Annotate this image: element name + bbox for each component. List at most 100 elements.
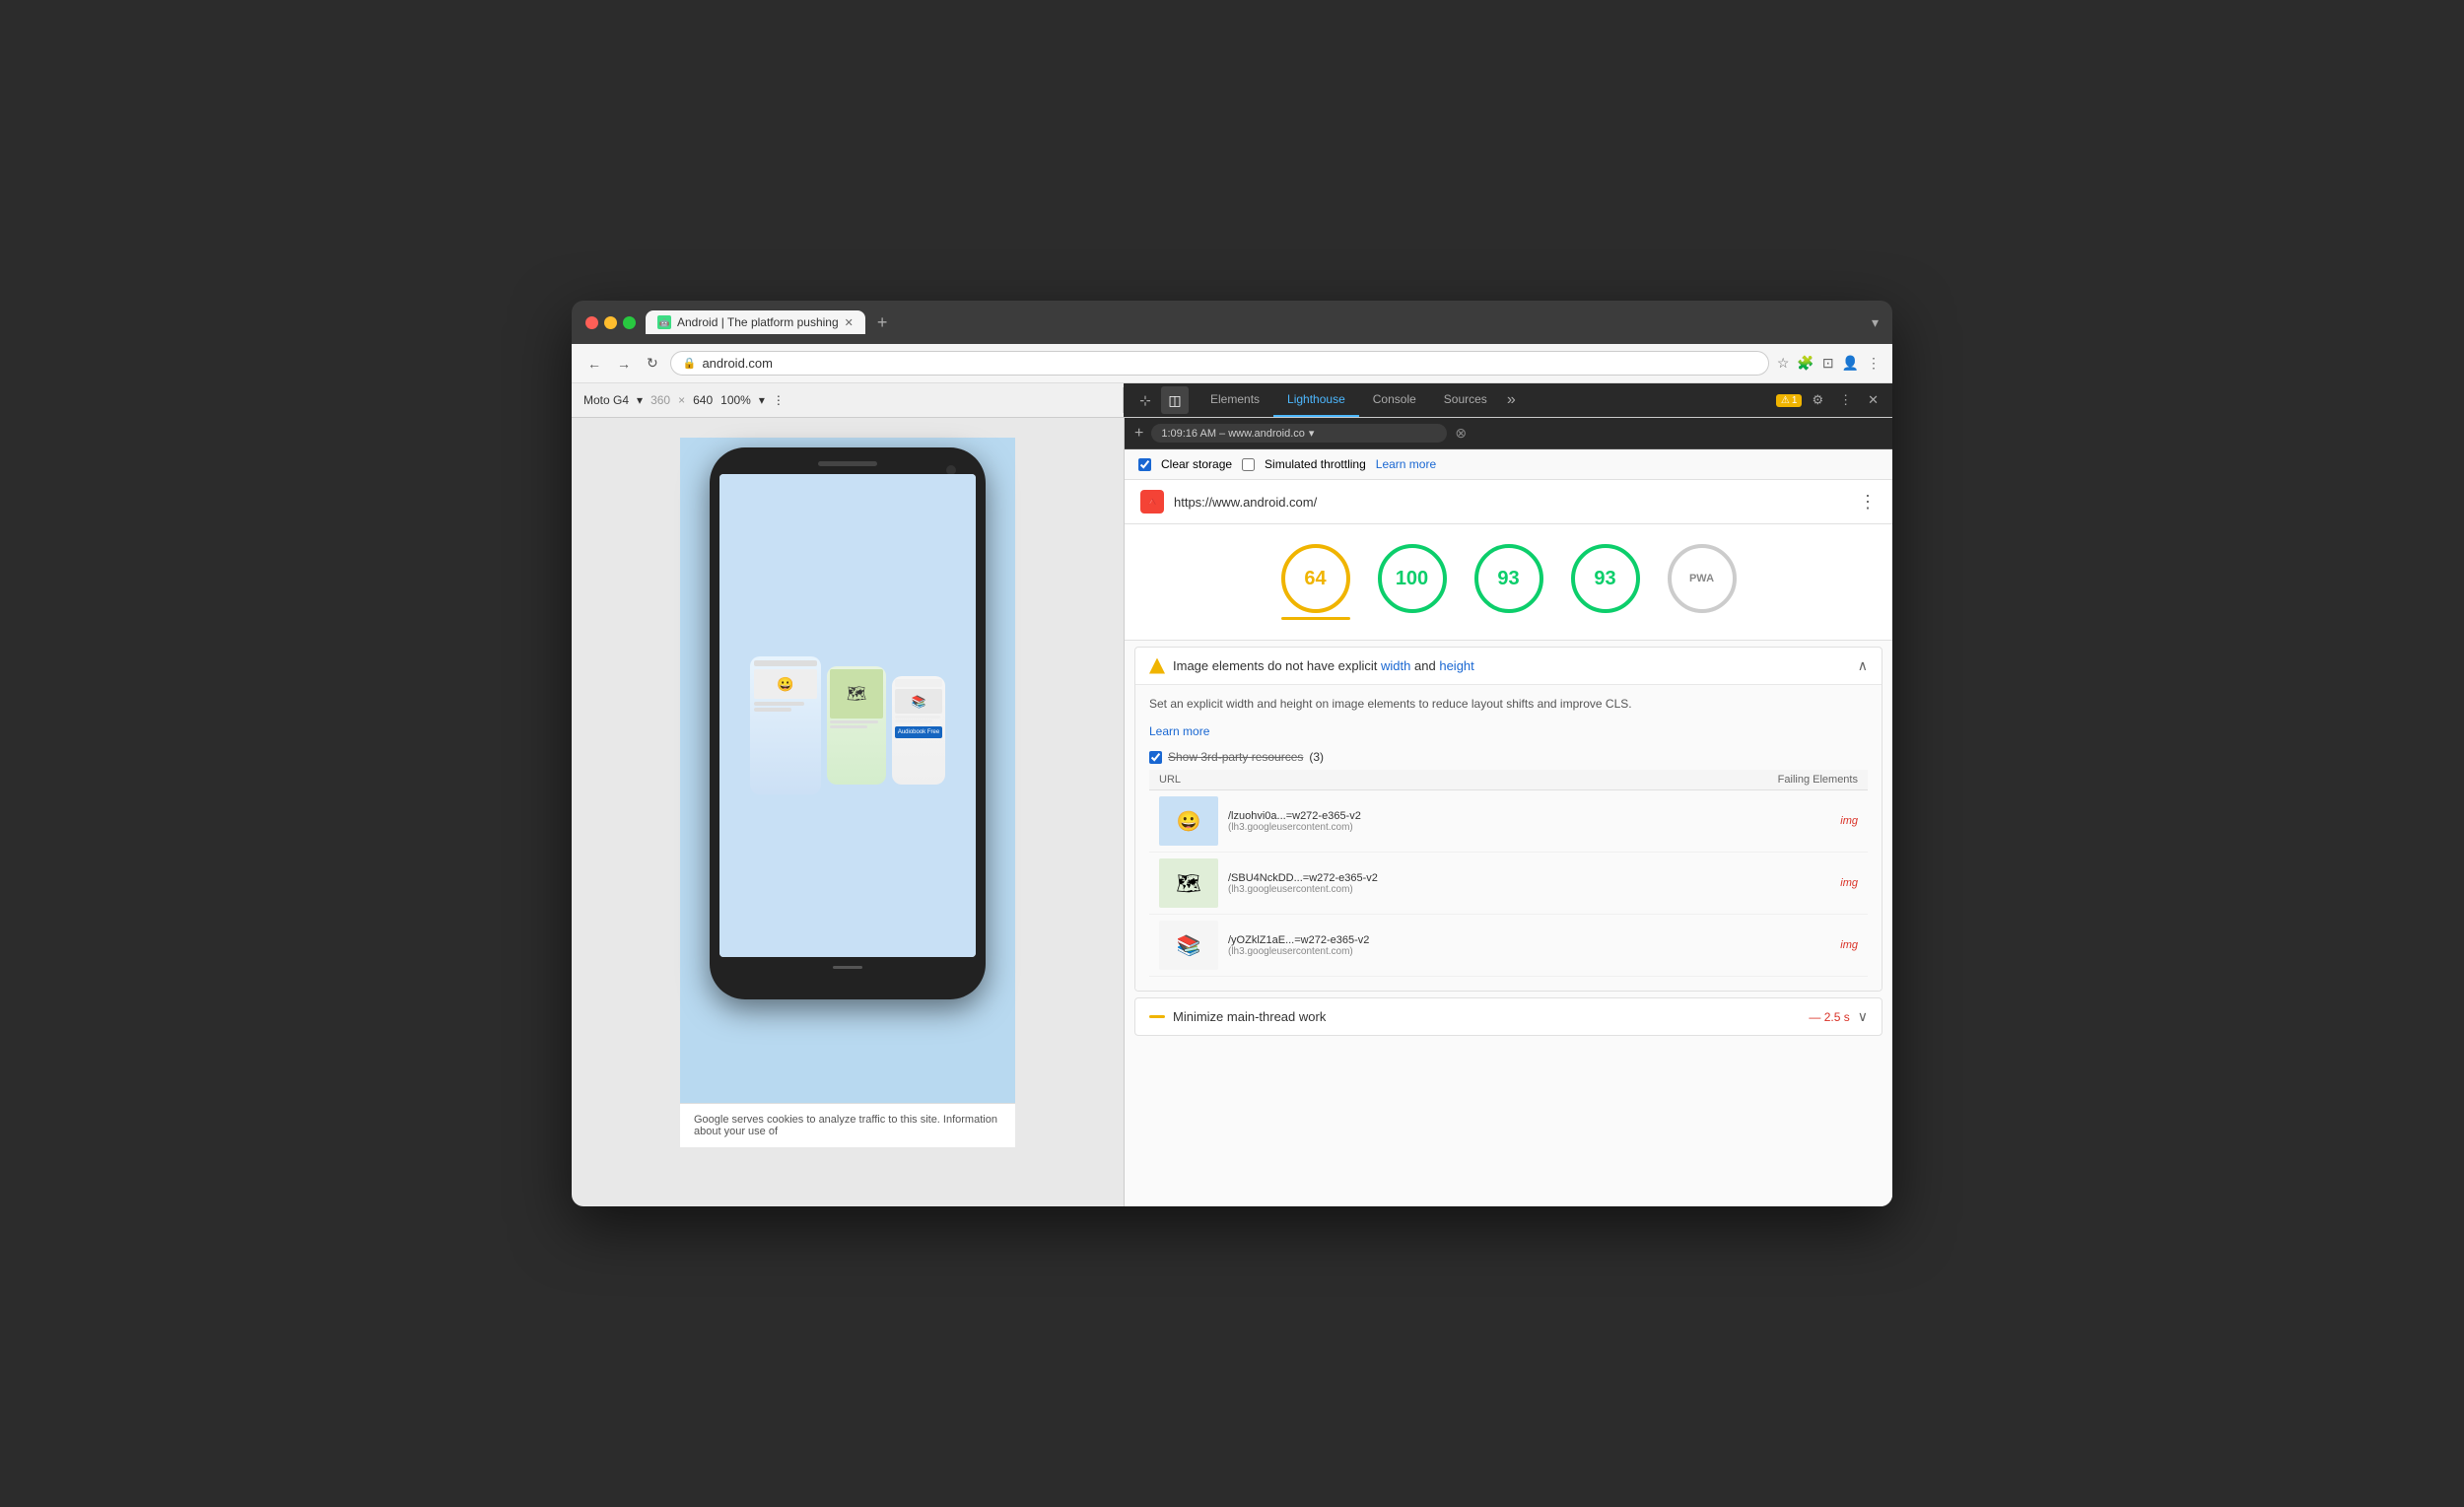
maximize-window-button[interactable]: [623, 316, 636, 329]
mini-phones-container: 😀 🗺: [750, 637, 945, 794]
accessibility-score: 100: [1378, 544, 1447, 620]
browser-viewport: 😀 🗺: [572, 418, 1124, 1206]
audit-url-pill[interactable]: 1:09:16 AM – www.android.co ▾: [1151, 424, 1447, 443]
devtools-tabs: ⊹ ◫ Elements Lighthouse Console Sources …: [1124, 383, 1892, 417]
resource-host-1: (lh3.googleusercontent.com): [1228, 822, 1830, 833]
devtools-secondary-bar: + 1:09:16 AM – www.android.co ▾ ⊗: [1125, 418, 1892, 449]
resource-url-3: /yOZklZ1aE...=w272-e365-v2 (lh3.googleus…: [1228, 934, 1830, 957]
device-toolbar-icon[interactable]: ◫: [1161, 386, 1189, 414]
phone-mockup: 😀 🗺: [710, 447, 986, 999]
url-column-header: URL: [1159, 774, 1181, 786]
extension-icon[interactable]: 🧩: [1797, 355, 1814, 372]
throttling-label: Simulated throttling: [1265, 457, 1366, 471]
warning-dash-icon: [1149, 1015, 1165, 1018]
resource-path-2: /SBU4NckDD...=w272-e365-v2: [1228, 872, 1830, 884]
audit-timestamp-url: 1:09:16 AM – www.android.co: [1161, 428, 1305, 440]
viewport-more-icon[interactable]: ⋮: [773, 393, 785, 407]
nav-bar: ← → ↻ 🔒 android.com ☆ 🧩 ⊡ 👤 ⋮: [572, 344, 1892, 383]
viewport-inner: 😀 🗺: [680, 438, 1015, 1147]
audit-expand-icon[interactable]: ∨: [1858, 1008, 1868, 1025]
cookie-text: Google serves cookies to analyze traffic…: [694, 1114, 997, 1137]
new-tab-button[interactable]: +: [871, 312, 894, 333]
zoom-selector[interactable]: 100%: [720, 393, 751, 407]
warn-count: 1: [1792, 395, 1798, 406]
mini-phone-left: 😀: [750, 656, 821, 794]
reload-button[interactable]: ↻: [643, 353, 662, 374]
device-selector[interactable]: Moto G4: [583, 393, 629, 407]
devtools-panel: + 1:09:16 AM – www.android.co ▾ ⊗ Clear …: [1124, 418, 1892, 1206]
mini-screen-left: 😀: [750, 656, 821, 794]
main-thread-audit-title: Minimize main-thread work: [1173, 1009, 1801, 1024]
pwa-score: PWA: [1668, 544, 1737, 620]
address-bar[interactable]: 🔒 android.com: [670, 351, 1769, 376]
active-tab[interactable]: 🤖 Android | The platform pushing ✕: [646, 310, 865, 334]
mini-phone-center: 🗺: [827, 666, 886, 785]
resource-fail-element-3: img: [1840, 939, 1858, 951]
resource-path-1: /lzuohvi0a...=w272-e365-v2: [1228, 810, 1830, 822]
clear-audit-button[interactable]: ⊗: [1455, 425, 1467, 442]
resource-thumbnail-1: 😀: [1159, 796, 1218, 846]
resource-host-3: (lh3.googleusercontent.com): [1228, 946, 1830, 957]
window-menu-button[interactable]: ▾: [1872, 314, 1879, 331]
throttling-learn-more-link[interactable]: Learn more: [1376, 457, 1436, 471]
viewport-height: 640: [693, 393, 713, 407]
best-practices-score-circle: 93: [1474, 544, 1543, 613]
close-window-button[interactable]: [585, 316, 598, 329]
throttling-checkbox[interactable]: [1242, 458, 1255, 471]
clear-storage-checkbox[interactable]: [1138, 458, 1151, 471]
tab-sources[interactable]: Sources: [1430, 383, 1501, 417]
browser-menu-button[interactable]: ⋮: [1867, 355, 1881, 372]
address-text: android.com: [702, 356, 773, 371]
audit-learn-more-link[interactable]: Learn more: [1149, 724, 1209, 738]
audit-collapse-icon[interactable]: ∧: [1858, 657, 1868, 674]
nav-right-icons: ☆ 🧩 ⊡ 👤 ⋮: [1777, 355, 1881, 372]
zoom-dropdown-icon[interactable]: ▾: [759, 393, 765, 407]
viewport-controls: Moto G4 ▾ 360 × 640 100% ▾ ⋮: [572, 387, 1124, 413]
lighthouse-options-bar: Clear storage Simulated throttling Learn…: [1125, 449, 1892, 480]
element-picker-icon[interactable]: ⊹: [1131, 386, 1159, 414]
tab-elements[interactable]: Elements: [1197, 383, 1273, 417]
browser-window: 🤖 Android | The platform pushing ✕ + ▾ ←…: [572, 301, 1892, 1206]
tab-lighthouse[interactable]: Lighthouse: [1273, 383, 1359, 417]
bookmark-icon[interactable]: ☆: [1777, 355, 1790, 372]
devtools-icon-bar: ⊹ ◫: [1124, 386, 1197, 414]
resource-url-2: /SBU4NckDD...=w272-e365-v2 (lh3.googleus…: [1228, 872, 1830, 895]
show-3rd-party-label: Show 3rd-party resources: [1168, 750, 1303, 764]
more-tabs-button[interactable]: »: [1501, 383, 1522, 417]
devtools-more-button[interactable]: ⋮: [1833, 388, 1858, 412]
tab-console[interactable]: Console: [1359, 383, 1430, 417]
main-content: 😀 🗺: [572, 418, 1892, 1206]
viewport-x-label: ×: [678, 393, 685, 407]
add-audit-button[interactable]: +: [1134, 425, 1143, 443]
warn-icon: ⚠: [1781, 395, 1790, 406]
resource-thumbnail-2: 🗺: [1159, 858, 1218, 908]
cast-icon[interactable]: ⊡: [1822, 355, 1834, 372]
tab-favicon-icon: 🤖: [657, 315, 671, 329]
audit-description: Set an explicit width and height on imag…: [1149, 695, 1868, 713]
performance-score-circle: 64: [1281, 544, 1350, 613]
audit-url-header: 🔺 https://www.android.com/ ⋮: [1125, 480, 1892, 524]
resource-path-3: /yOZklZ1aE...=w272-e365-v2: [1228, 934, 1830, 946]
resource-fail-element-1: img: [1840, 815, 1858, 827]
lock-icon: 🔒: [683, 357, 697, 370]
url-dropdown-icon[interactable]: ▾: [1309, 427, 1315, 440]
devtools-close-button[interactable]: ✕: [1862, 388, 1884, 412]
show-3rd-party-checkbox[interactable]: [1149, 751, 1162, 764]
minimize-window-button[interactable]: [604, 316, 617, 329]
resources-filter-row: Show 3rd-party resources (3): [1149, 750, 1868, 764]
device-dropdown-icon[interactable]: ▾: [637, 393, 643, 407]
back-button[interactable]: ←: [583, 354, 605, 374]
warning-badge[interactable]: ⚠ 1: [1776, 394, 1803, 407]
forward-button[interactable]: →: [613, 354, 635, 374]
cookie-notice: Google serves cookies to analyze traffic…: [680, 1103, 1015, 1147]
devtools-settings-button[interactable]: ⚙: [1806, 388, 1829, 412]
image-dimensions-audit-header[interactable]: Image elements do not have explicit widt…: [1135, 648, 1882, 684]
tab-close-button[interactable]: ✕: [845, 316, 854, 329]
main-thread-audit: Minimize main-thread work — 2.5 s ∨: [1134, 997, 1882, 1036]
phone-speaker: [818, 461, 877, 466]
devtools-bar: Moto G4 ▾ 360 × 640 100% ▾ ⋮ ⊹ ◫ Element…: [572, 383, 1892, 418]
main-thread-audit-header[interactable]: Minimize main-thread work — 2.5 s ∨: [1135, 998, 1882, 1035]
mini-phone-right: 📚 Audiobook Free: [892, 676, 945, 785]
profile-icon[interactable]: 👤: [1842, 355, 1859, 372]
audit-header-menu-button[interactable]: ⋮: [1859, 492, 1877, 513]
